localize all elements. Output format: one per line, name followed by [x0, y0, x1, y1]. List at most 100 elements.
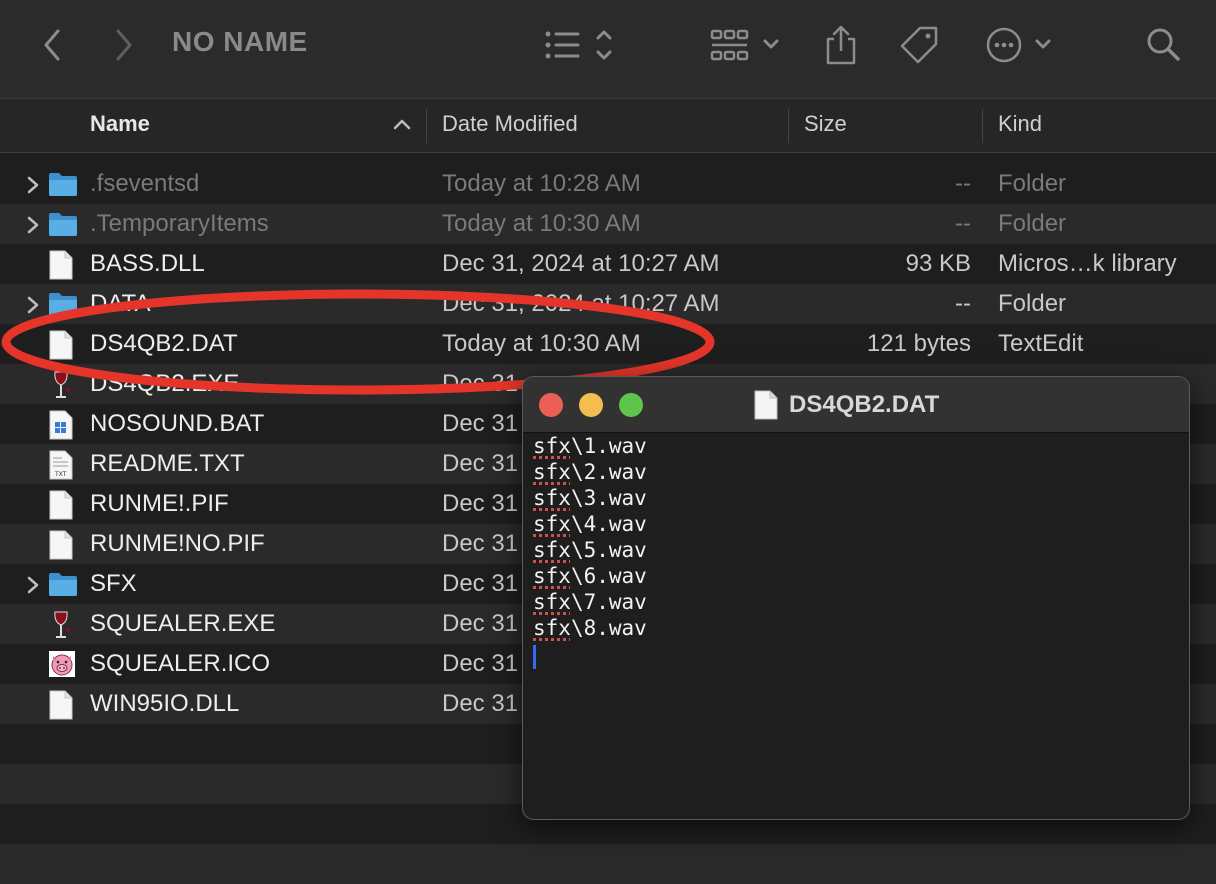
textedit-titlebar[interactable]: DS4QB2.DAT	[523, 377, 1189, 433]
chevron-left-icon	[44, 29, 60, 61]
text-line: sfx\6.wav	[533, 563, 1173, 589]
close-window-button[interactable]	[539, 393, 563, 417]
text-line: sfx\8.wav	[533, 615, 1173, 641]
action-menu-button[interactable]	[986, 22, 1056, 68]
sort-ascending-icon	[393, 119, 411, 130]
group-button[interactable]	[710, 22, 784, 68]
column-name[interactable]: Name	[90, 111, 150, 137]
misspelled-word: sfx	[533, 486, 571, 510]
minimize-window-button[interactable]	[579, 393, 603, 417]
file-name: NOSOUND.BAT	[90, 410, 265, 437]
text-segment: \8.wav	[570, 616, 647, 640]
text-segment: \2.wav	[570, 460, 647, 484]
misspelled-word: sfx	[533, 590, 571, 614]
forward-button[interactable]	[112, 22, 136, 68]
file-kind: TextEdit	[998, 330, 1084, 357]
document-icon	[754, 390, 778, 420]
file-row[interactable]: BASS.DLL Dec 31, 2024 at 10:27 AM 93 KB Mic…	[0, 244, 1216, 284]
file-row[interactable]: DATA Dec 31, 2024 at 10:27 AM -- Folder	[0, 284, 1216, 324]
folder-icon	[48, 570, 78, 598]
file-name: README.TXT	[90, 450, 245, 477]
misspelled-word: sfx	[533, 538, 571, 562]
document-icon	[48, 250, 78, 280]
file-name: SQUEALER.EXE	[90, 610, 276, 637]
tag-icon	[900, 26, 938, 64]
file-name: DS4QB2.EXE	[90, 370, 240, 397]
file-row[interactable]: .TemporaryItems Today at 10:30 AM -- Folder	[0, 204, 1216, 244]
list-view-icon	[545, 30, 612, 60]
empty-row	[0, 844, 1216, 884]
text-area[interactable]: sfx\1.wav sfx\2.wav sfx\3.wav sfx\4.wav sfx\…	[533, 433, 1173, 669]
text-file-icon: TXT	[48, 450, 78, 480]
file-size: --	[955, 290, 971, 317]
textedit-title: DS4QB2.DAT	[789, 391, 940, 418]
file-name: BASS.DLL	[90, 250, 205, 277]
file-kind: Folder	[998, 290, 1067, 317]
grid-icon	[710, 29, 779, 61]
column-date-modified[interactable]: Date Modified	[442, 111, 578, 137]
pig-icon	[48, 650, 78, 678]
column-divider[interactable]	[982, 109, 983, 143]
finder-toolbar: NO NAME	[0, 0, 1216, 99]
file-date-modified: Dec 31	[442, 530, 519, 557]
window-title: NO NAME	[172, 26, 308, 57]
textedit-window: DS4QB2.DAT sfx\1.wav sfx\2.wav sfx\3.wav sf…	[522, 376, 1190, 820]
column-divider[interactable]	[788, 109, 789, 143]
file-name: .TemporaryItems	[90, 210, 269, 237]
disclosure-triangle-icon[interactable]	[26, 296, 40, 314]
text-segment: \6.wav	[570, 564, 647, 588]
file-name: DATA	[90, 290, 151, 317]
misspelled-word: sfx	[533, 616, 571, 640]
file-date-modified: Dec 31	[442, 570, 519, 597]
file-name: .fseventsd	[90, 170, 200, 197]
file-date-modified: Dec 31	[442, 450, 519, 477]
folder-icon	[48, 210, 78, 238]
file-kind: Micros…k library	[998, 250, 1177, 277]
file-date-modified: Dec 31, 2024 at 10:27 AM	[442, 250, 720, 277]
file-date-modified: Dec 31	[442, 610, 519, 637]
file-name: RUNME!.PIF	[90, 490, 229, 517]
chevron-right-icon	[116, 29, 132, 61]
file-date-modified: Dec 31, 2024 at 10:27 AM	[442, 290, 720, 317]
column-kind[interactable]: Kind	[998, 111, 1042, 137]
wine-icon	[48, 610, 78, 638]
batch-file-icon	[48, 410, 78, 440]
text-line: sfx\4.wav	[533, 511, 1173, 537]
file-size: --	[955, 210, 971, 237]
share-button[interactable]	[824, 22, 858, 68]
misspelled-word: sfx	[533, 512, 571, 536]
file-kind: Folder	[998, 170, 1067, 197]
file-size: 121 bytes	[866, 330, 971, 357]
svg-text:TXT: TXT	[54, 471, 67, 478]
disclosure-triangle-icon[interactable]	[26, 176, 40, 194]
column-size[interactable]: Size	[804, 111, 847, 137]
tag-button[interactable]	[898, 22, 940, 68]
disclosure-triangle-icon[interactable]	[26, 216, 40, 234]
file-date-modified: Today at 10:28 AM	[442, 170, 641, 197]
back-button[interactable]	[40, 22, 64, 68]
document-icon	[48, 330, 78, 360]
text-segment: \3.wav	[570, 486, 647, 510]
zoom-window-button[interactable]	[619, 393, 643, 417]
misspelled-word: sfx	[533, 564, 571, 588]
search-button[interactable]	[1144, 22, 1184, 68]
file-date-modified: Dec 31	[442, 490, 519, 517]
file-row[interactable]: .fseventsd Today at 10:28 AM -- Folder	[0, 164, 1216, 204]
text-line: sfx\1.wav	[533, 433, 1173, 459]
text-line: sfx\2.wav	[533, 459, 1173, 485]
column-divider[interactable]	[426, 109, 427, 143]
file-date-modified: Today at 10:30 AM	[442, 210, 641, 237]
ellipsis-circle-icon	[986, 27, 1051, 63]
folder-icon	[48, 290, 78, 318]
file-row[interactable]: DS4QB2.DAT Today at 10:30 AM 121 bytes Text…	[0, 324, 1216, 364]
file-size: --	[955, 170, 971, 197]
column-header: Name Date Modified Size Kind	[0, 99, 1216, 153]
file-date-modified: Dec 31	[442, 650, 519, 677]
text-segment: \7.wav	[570, 590, 647, 614]
list-view-button[interactable]	[544, 22, 618, 68]
document-icon	[48, 530, 78, 560]
file-date-modified: Dec 31	[442, 410, 519, 437]
text-segment: \4.wav	[570, 512, 647, 536]
text-segment: \1.wav	[570, 434, 647, 458]
disclosure-triangle-icon[interactable]	[26, 576, 40, 594]
